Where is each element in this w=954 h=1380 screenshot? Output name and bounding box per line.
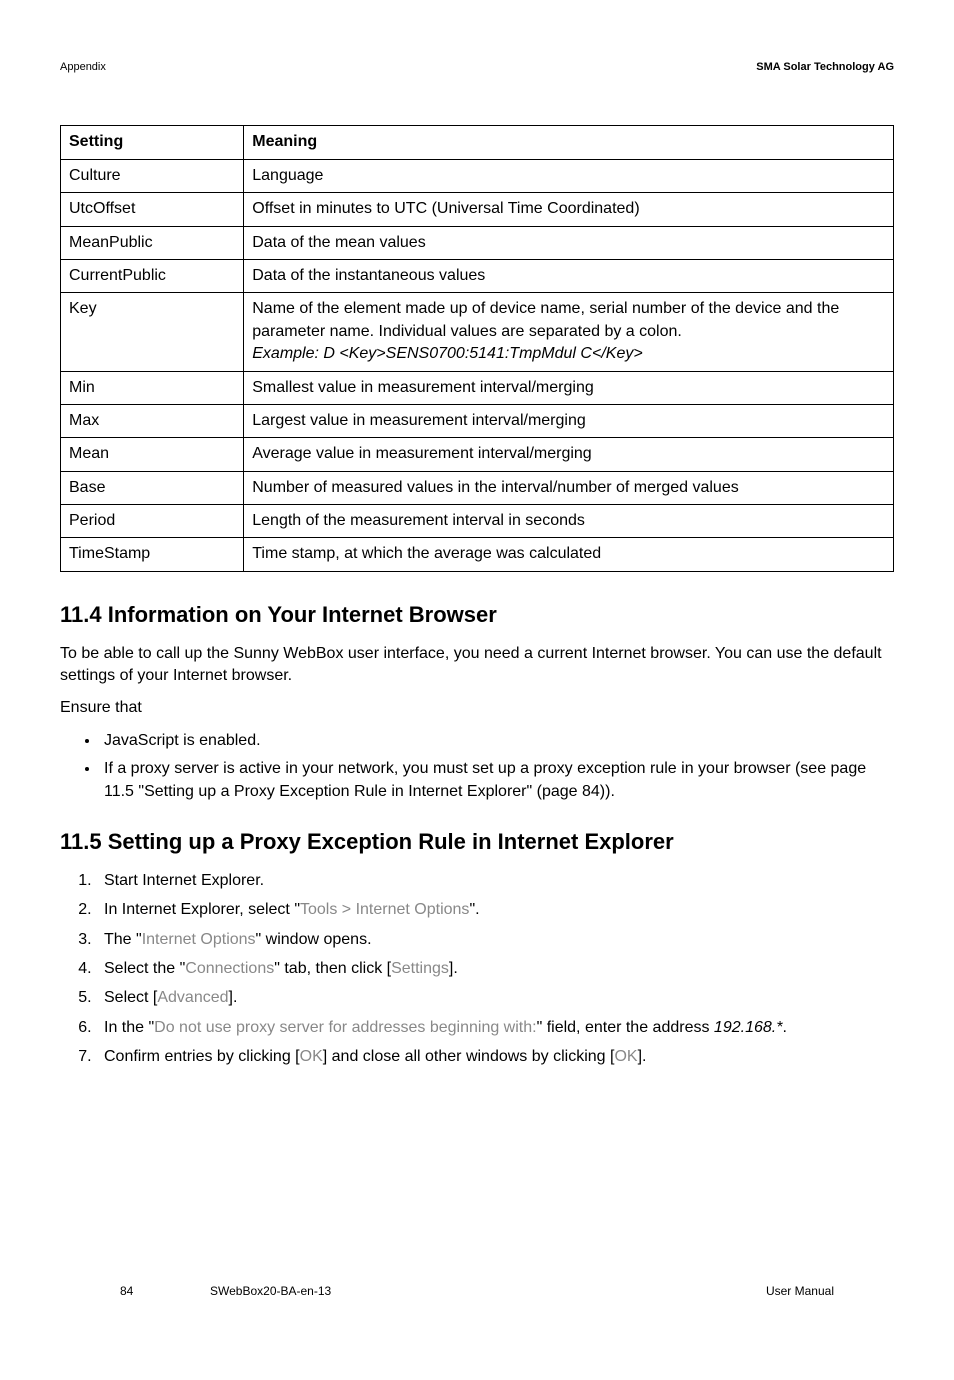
list-item: In Internet Explorer, select "Tools > In… — [96, 899, 894, 921]
table-row: CultureLanguage — [61, 159, 894, 192]
cell: Data of the mean values — [244, 226, 894, 259]
header-left: Appendix — [60, 60, 106, 75]
cell: Data of the instantaneous values — [244, 259, 894, 292]
cell: Number of measured values in the interva… — [244, 471, 894, 504]
heading-11-5: 11.5 Setting up a Proxy Exception Rule i… — [60, 827, 894, 858]
list-item: The "Internet Options" window opens. — [96, 929, 894, 951]
cell: Average value in measurement interval/me… — [244, 438, 894, 471]
ordered-list: Start Internet Explorer. In Internet Exp… — [60, 870, 894, 1069]
cell: CurrentPublic — [61, 259, 244, 292]
table-row: MeanPublicData of the mean values — [61, 226, 894, 259]
cell: Culture — [61, 159, 244, 192]
footer-doc-id: SWebBox20-BA-en-13 — [210, 1283, 331, 1300]
table-row: MaxLargest value in measurement interval… — [61, 404, 894, 437]
table-row: CurrentPublicData of the instantaneous v… — [61, 259, 894, 292]
table-row: KeyName of the element made up of device… — [61, 293, 894, 371]
cell: MeanPublic — [61, 226, 244, 259]
heading-11-4: 11.4 Information on Your Internet Browse… — [60, 600, 894, 631]
cell: Time stamp, at which the average was cal… — [244, 538, 894, 571]
th-meaning: Meaning — [244, 126, 894, 159]
settings-table: Setting Meaning CultureLanguage UtcOffse… — [60, 125, 894, 571]
table-row: TimeStampTime stamp, at which the averag… — [61, 538, 894, 571]
cell: Name of the element made up of device na… — [244, 293, 894, 371]
cell: UtcOffset — [61, 193, 244, 226]
cell: Largest value in measurement interval/me… — [244, 404, 894, 437]
table-row: UtcOffsetOffset in minutes to UTC (Unive… — [61, 193, 894, 226]
list-item: In the "Do not use proxy server for addr… — [96, 1017, 894, 1039]
table-row: BaseNumber of measured values in the int… — [61, 471, 894, 504]
cell: Base — [61, 471, 244, 504]
th-setting: Setting — [61, 126, 244, 159]
cell: Key — [61, 293, 244, 371]
cell: Mean — [61, 438, 244, 471]
footer-page-number: 84 — [120, 1283, 133, 1300]
page-footer: 84 SWebBox20-BA-en-13 User Manual — [120, 1283, 834, 1300]
list-item: Start Internet Explorer. — [96, 870, 894, 892]
cell: Max — [61, 404, 244, 437]
cell: Length of the measurement interval in se… — [244, 505, 894, 538]
cell: Offset in minutes to UTC (Universal Time… — [244, 193, 894, 226]
list-item: JavaScript is enabled. — [100, 730, 894, 752]
paragraph: Ensure that — [60, 697, 894, 719]
table-row: PeriodLength of the measurement interval… — [61, 505, 894, 538]
list-item: Select [Advanced]. — [96, 987, 894, 1009]
page-header: Appendix SMA Solar Technology AG — [60, 60, 894, 75]
header-right: SMA Solar Technology AG — [756, 60, 894, 75]
list-item: Select the "Connections" tab, then click… — [96, 958, 894, 980]
table-row: MeanAverage value in measurement interva… — [61, 438, 894, 471]
paragraph: To be able to call up the Sunny WebBox u… — [60, 643, 894, 688]
cell: Language — [244, 159, 894, 192]
cell: Smallest value in measurement interval/m… — [244, 371, 894, 404]
list-item: Confirm entries by clicking [OK] and clo… — [96, 1046, 894, 1068]
list-item: If a proxy server is active in your netw… — [100, 758, 894, 803]
cell: Period — [61, 505, 244, 538]
table-row: MinSmallest value in measurement interva… — [61, 371, 894, 404]
bullet-list: JavaScript is enabled. If a proxy server… — [60, 730, 894, 803]
cell: TimeStamp — [61, 538, 244, 571]
cell: Min — [61, 371, 244, 404]
footer-right: User Manual — [766, 1283, 834, 1300]
